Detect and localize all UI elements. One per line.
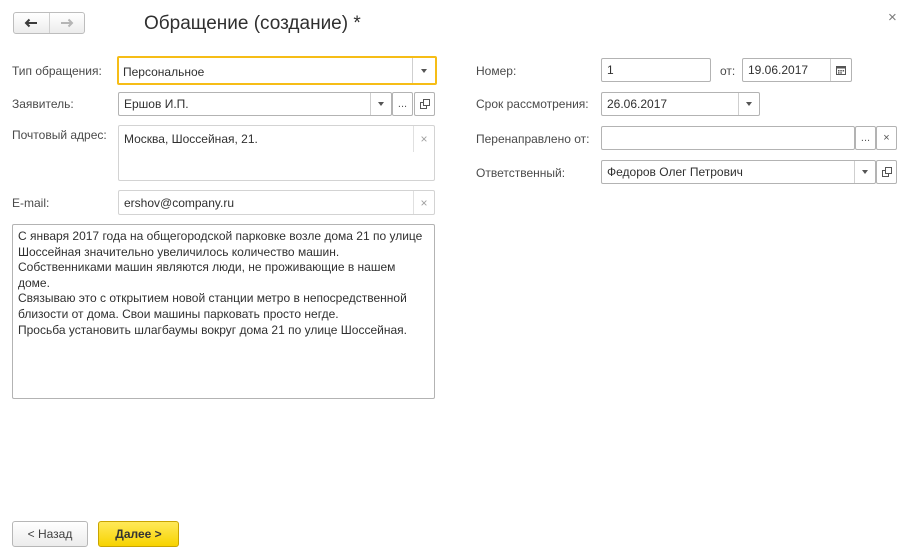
address-label: Почтовый адрес: [12,128,107,142]
chevron-down-icon [378,102,384,106]
email-clear-icon[interactable]: × [413,191,434,214]
chevron-down-icon [862,170,868,174]
open-window-icon [881,167,892,177]
type-label: Тип обращения: [12,64,102,78]
close-icon[interactable]: × [888,10,897,25]
applicant-value: Ершов И.П. [124,97,189,111]
applicant-label: Заявитель: [12,97,74,111]
type-dropdown-button[interactable] [412,58,435,83]
responsible-dropdown-button[interactable] [854,161,875,183]
type-select[interactable]: Персональное [117,56,437,85]
number-field[interactable]: 1 [601,58,711,82]
type-value: Персональное [123,65,205,79]
deadline-field[interactable]: 26.06.2017 [601,92,760,116]
deadline-label: Срок рассмотрения: [476,97,589,111]
email-field[interactable]: ershov@company.ru × [118,190,435,215]
back-arrow-button[interactable] [14,13,49,33]
redirected-select-button[interactable]: ... [855,126,876,150]
applicant-select-button[interactable]: ... [392,92,413,116]
forward-arrow-button[interactable] [48,13,85,33]
message-textarea[interactable]: С января 2017 года на общегородской парк… [12,224,435,399]
applicant-open-button[interactable] [414,92,435,116]
applicant-field[interactable]: Ершов И.П. [118,92,392,116]
address-clear-icon[interactable]: × [413,126,434,152]
number-value: 1 [607,63,614,77]
arrow-left-icon [24,18,38,28]
responsible-open-button[interactable] [876,160,897,184]
number-label: Номер: [476,64,517,78]
date-calendar-button[interactable] [830,59,851,81]
redirected-label: Перенаправлено от: [476,132,590,146]
chevron-down-icon [421,68,427,73]
email-value: ershov@company.ru [124,196,235,210]
deadline-dropdown-button[interactable] [738,93,759,115]
open-window-icon [419,99,430,109]
responsible-label: Ответственный: [476,166,566,180]
address-field[interactable]: Москва, Шоссейная, 21. × [118,125,435,181]
date-field[interactable]: 19.06.2017 [742,58,852,82]
deadline-value: 26.06.2017 [607,97,668,111]
responsible-value: Федоров Олег Петрович [607,165,743,179]
navigation-buttons [13,12,85,34]
back-button[interactable]: < Назад [12,521,88,547]
redirected-field[interactable] [601,126,855,150]
address-value: Москва, Шоссейная, 21. [124,132,258,146]
next-button[interactable]: Далее > [98,521,179,547]
window-title: Обращение (создание) * [144,13,361,34]
date-value: 19.06.2017 [748,63,809,77]
chevron-down-icon [746,102,752,106]
responsible-field[interactable]: Федоров Олег Петрович [601,160,876,184]
redirected-clear-button[interactable]: × [876,126,897,150]
applicant-dropdown-button[interactable] [370,93,391,115]
arrow-right-icon [60,18,74,28]
calendar-icon [836,66,846,75]
date-label: от: [720,64,736,78]
email-label: E-mail: [12,196,50,210]
